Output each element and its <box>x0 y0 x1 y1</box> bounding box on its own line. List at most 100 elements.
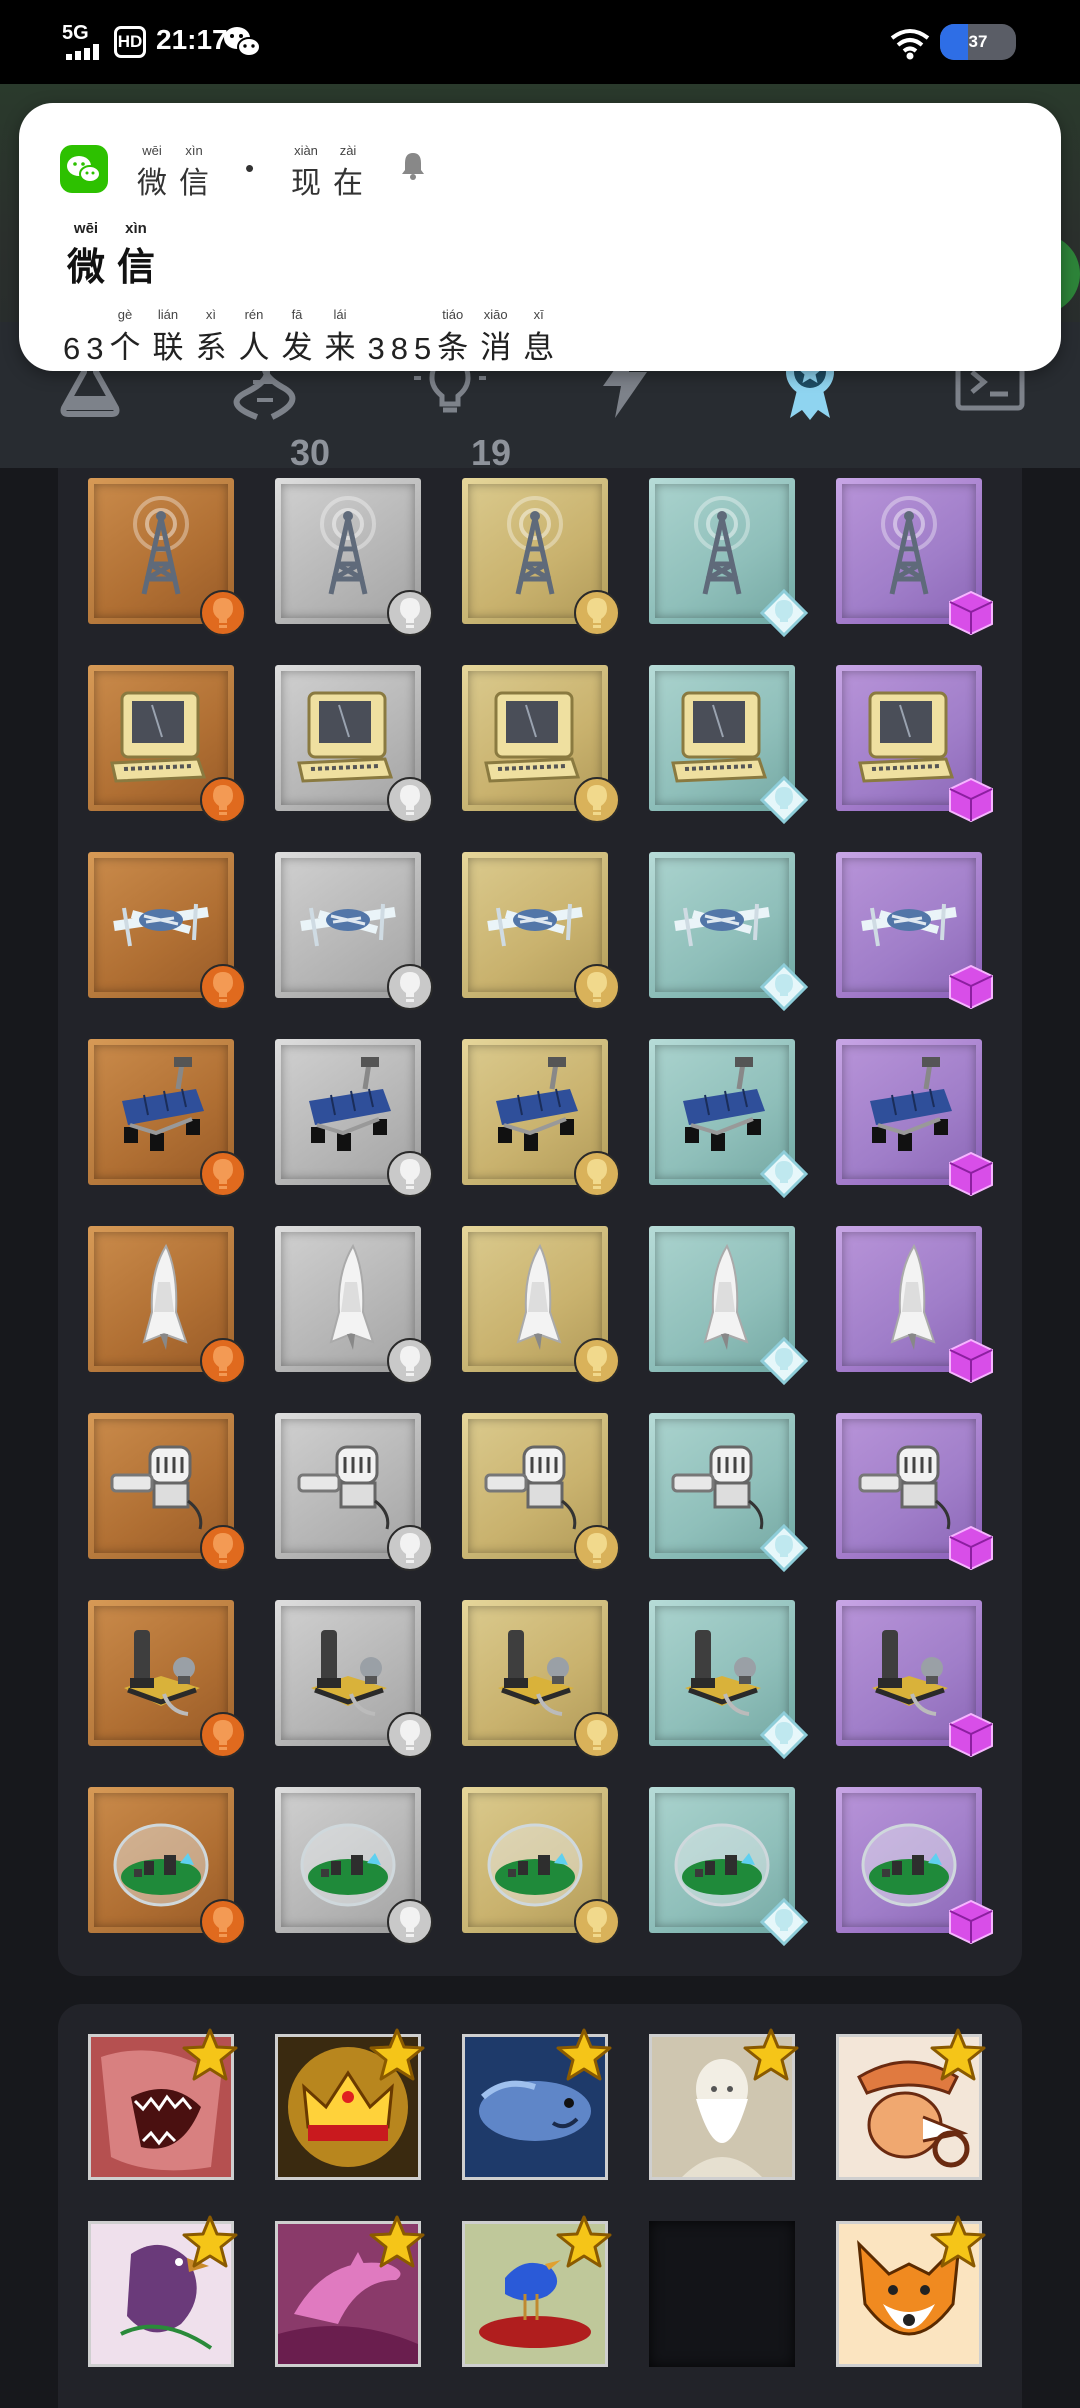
space-shuttle-bronze-card[interactable] <box>88 1226 246 1384</box>
body-char: xiāo 消 <box>480 307 518 365</box>
notification-body: 63 gè 个 lián 联 xì 系 rén 人 fā 发 lái 来 385 tiáo 条 xiāo 消 xī 息 <box>63 291 566 367</box>
message-count: 385 <box>367 331 438 366</box>
amethyst-tier-badge-icon <box>949 1712 993 1758</box>
body-char: gè 个 <box>109 307 147 365</box>
star-icon <box>182 2215 238 2268</box>
silver-tier-badge-icon <box>387 777 433 823</box>
bronze-tier-badge-icon <box>200 1899 246 1945</box>
gold-tier-badge-icon <box>574 1525 620 1571</box>
amethyst-tier-badge-icon <box>949 590 993 636</box>
gold-tier-badge-icon <box>574 1712 620 1758</box>
radio-tower-amethyst-card[interactable] <box>836 478 993 636</box>
wechat-status-icon <box>224 27 261 57</box>
body-char: xì 系 <box>195 307 233 365</box>
star-icon <box>556 2028 612 2081</box>
amethyst-tier-badge-icon <box>949 1338 993 1384</box>
rover-silver-card[interactable] <box>275 1039 433 1197</box>
body-char: rén 人 <box>238 307 276 365</box>
wechat-notification[interactable]: wēi 微 xìn 信 • xiàn 现 zài 在 wēi 微 xìn 信 63 gè 个 lián 联… <box>19 103 1061 371</box>
wechat-app-icon <box>60 145 108 193</box>
rover-diamond-card[interactable] <box>649 1039 809 1199</box>
body-char: tiáo 条 <box>437 307 475 365</box>
rover-amethyst-card[interactable] <box>836 1039 993 1197</box>
star-icon <box>556 2215 612 2268</box>
bronze-tier-badge-icon <box>200 590 246 636</box>
drone-diamond-card[interactable] <box>649 852 809 1012</box>
bronze-tier-badge-icon <box>200 1151 246 1197</box>
telescope-station-bronze-card[interactable] <box>88 1600 246 1758</box>
space-shuttle-gold-card[interactable] <box>462 1226 620 1384</box>
computer-silver-card[interactable] <box>275 665 433 823</box>
gold-tier-badge-icon <box>574 1338 620 1384</box>
diamond-tier-badge-icon <box>759 962 809 1012</box>
biodome-bronze-card[interactable] <box>88 1787 246 1945</box>
telescope-station-amethyst-card[interactable] <box>836 1600 993 1758</box>
diamond-tier-badge-icon <box>759 1149 809 1199</box>
space-shuttle-amethyst-card[interactable] <box>836 1226 993 1384</box>
diamond-tier-badge-icon <box>759 588 809 638</box>
computer-bronze-card[interactable] <box>88 665 246 823</box>
robot-amethyst-card[interactable] <box>836 1413 993 1571</box>
hd-icon: HD <box>114 26 146 58</box>
title-char: xìn 信 <box>117 220 156 289</box>
biodome-amethyst-card[interactable] <box>836 1787 993 1945</box>
space-shuttle-silver-card[interactable] <box>275 1226 433 1384</box>
amethyst-tier-badge-icon <box>949 964 993 1010</box>
drone-gold-card[interactable] <box>462 852 620 1010</box>
silver-tier-badge-icon <box>387 1338 433 1384</box>
gold-tier-badge-icon <box>574 1151 620 1197</box>
body-char: lián 联 <box>152 307 190 365</box>
notification-title: wēi 微 xìn 信 <box>67 221 155 291</box>
star-icon <box>930 2028 986 2081</box>
separator-dot: • <box>245 153 255 183</box>
screen: 5G HD 21:17 37 30 19 wēi 微 xìn 信 • xiàn … <box>0 0 1080 2408</box>
star-icon <box>743 2028 799 2081</box>
biodome-gold-card[interactable] <box>462 1787 620 1945</box>
amethyst-tier-badge-icon <box>949 1899 993 1945</box>
bell-icon[interactable] <box>397 149 429 181</box>
biodome-silver-card[interactable] <box>275 1787 433 1945</box>
robot-silver-card[interactable] <box>275 1413 433 1571</box>
drone-amethyst-card[interactable] <box>836 852 993 1010</box>
silver-tier-badge-icon <box>387 1525 433 1571</box>
status-bar: 5G HD 21:17 37 <box>0 0 1080 84</box>
silver-tier-badge-icon <box>387 1151 433 1197</box>
computer-amethyst-card[interactable] <box>836 665 993 823</box>
title-char: wēi 微 <box>67 220 106 289</box>
radio-tower-bronze-card[interactable] <box>88 478 246 636</box>
telescope-station-silver-card[interactable] <box>275 1600 433 1758</box>
robot-diamond-card[interactable] <box>649 1413 809 1573</box>
radio-tower-silver-card[interactable] <box>275 478 433 636</box>
time-char: xiàn 现 <box>291 143 321 200</box>
telescope-station-gold-card[interactable] <box>462 1600 620 1758</box>
radio-tower-gold-card[interactable] <box>462 478 620 636</box>
rover-bronze-card[interactable] <box>88 1039 246 1197</box>
robot-gold-card[interactable] <box>462 1413 620 1571</box>
amethyst-tier-badge-icon <box>949 1151 993 1197</box>
network-type: 5G <box>62 22 89 44</box>
gold-tier-badge-icon <box>574 777 620 823</box>
silver-tier-badge-icon <box>387 1899 433 1945</box>
notification-time: xiàn 现 zài 在 <box>291 143 363 202</box>
body-char: fā 发 <box>281 307 319 365</box>
bronze-tier-badge-icon <box>200 1525 246 1571</box>
computer-gold-card[interactable] <box>462 665 620 823</box>
star-icon <box>930 2215 986 2268</box>
silver-tier-badge-icon <box>387 590 433 636</box>
diamond-tier-badge-icon <box>759 1336 809 1386</box>
telescope-station-diamond-card[interactable] <box>649 1600 809 1760</box>
rover-gold-card[interactable] <box>462 1039 620 1197</box>
space-shuttle-diamond-card[interactable] <box>649 1226 809 1386</box>
time-char: zài 在 <box>333 143 363 200</box>
drone-silver-card[interactable] <box>275 852 433 1010</box>
bronze-tier-badge-icon <box>200 964 246 1010</box>
biodome-diamond-card[interactable] <box>649 1787 809 1947</box>
gold-tier-badge-icon <box>574 590 620 636</box>
computer-diamond-card[interactable] <box>649 665 809 825</box>
radio-tower-diamond-card[interactable] <box>649 478 809 638</box>
body-char: lái 来 <box>324 307 362 365</box>
diamond-tier-badge-icon <box>759 775 809 825</box>
silver-tier-badge-icon <box>387 1712 433 1758</box>
drone-bronze-card[interactable] <box>88 852 246 1010</box>
robot-bronze-card[interactable] <box>88 1413 246 1571</box>
